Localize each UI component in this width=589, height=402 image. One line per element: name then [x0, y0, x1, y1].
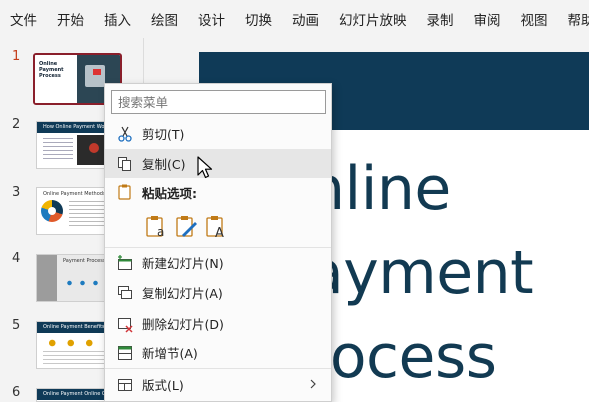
layout-menu-item[interactable]: 版式(L): [105, 370, 331, 399]
tab-slideshow[interactable]: 幻灯片放映: [339, 9, 407, 29]
clipboard-icon: [118, 184, 131, 200]
new-slide-icon: [118, 255, 132, 270]
thumb-header-text: Online Payment Methods: [43, 191, 106, 197]
tab-draw[interactable]: 绘图: [151, 9, 178, 29]
cut-menu-item[interactable]: 剪切(T): [105, 119, 331, 148]
copy-label: 复制(C): [142, 157, 186, 172]
slide-number-5: 5: [12, 318, 21, 333]
thumb-text-panel: Online Payment Process: [35, 55, 77, 103]
mouse-pointer-icon: [197, 156, 213, 179]
paste-use-destination-theme-icon[interactable]: a: [143, 214, 169, 240]
thumb-header-text: Online Payment Online Cost: [43, 391, 114, 397]
paste-keep-text-only-icon[interactable]: A: [203, 214, 229, 240]
ribbon-menu-bar: 文件 开始 插入 绘图 设计 切换 动画 幻灯片放映 录制 审阅 视图 帮助: [0, 0, 589, 38]
thumb-photo: [37, 255, 57, 301]
slide-number-6: 6: [12, 385, 21, 400]
paste-options-label: 粘贴选项:: [142, 185, 197, 201]
tab-file[interactable]: 文件: [10, 9, 37, 29]
thumb-header-text: Online Payment Benefits: [43, 324, 105, 330]
duplicate-slide-label: 复制幻灯片(A): [142, 286, 223, 301]
slide-number-3: 3: [12, 185, 21, 200]
tab-transitions[interactable]: 切换: [245, 9, 272, 29]
duplicate-slide-icon: [118, 286, 132, 299]
delete-slide-label: 删除幻灯片(D): [142, 317, 224, 332]
tab-record[interactable]: 录制: [427, 9, 454, 29]
tab-design[interactable]: 设计: [198, 9, 225, 29]
thumb-header-text: How Online Payment Works: [43, 124, 112, 130]
slide-number-4: 4: [12, 251, 21, 266]
context-menu: 剪切(T) 复制(C) 粘贴选项: a A: [104, 83, 332, 402]
menu-separator: [105, 368, 331, 369]
tab-insert[interactable]: 插入: [104, 9, 131, 29]
duplicate-slide-menu-item[interactable]: 复制幻灯片(A): [105, 278, 331, 307]
tab-view[interactable]: 视图: [521, 9, 548, 29]
new-slide-menu-item[interactable]: 新建幻灯片(N): [105, 248, 331, 277]
add-section-icon: [118, 346, 132, 360]
thumb-title-line: Process: [39, 73, 61, 79]
add-section-menu-item[interactable]: 新增节(A): [105, 338, 331, 367]
svg-text:a: a: [157, 225, 164, 239]
paste-options-header: 粘贴选项:: [105, 181, 331, 203]
slide-number-1: 1: [12, 49, 21, 64]
cut-label: 剪切(T): [142, 127, 185, 142]
thumb-donut-chart: [41, 200, 63, 222]
delete-slide-menu-item[interactable]: 删除幻灯片(D): [105, 309, 331, 338]
svg-text:A: A: [215, 226, 224, 240]
layout-icon: [118, 379, 132, 391]
add-section-label: 新增节(A): [142, 346, 198, 361]
tab-animations[interactable]: 动画: [292, 9, 319, 29]
thumb-red-accent: [93, 69, 101, 75]
scissors-icon: [118, 126, 132, 142]
chevron-right-icon: [310, 379, 316, 389]
new-slide-label: 新建幻灯片(N): [142, 256, 224, 271]
thumb-header-text: Payment Process: [63, 258, 106, 264]
thumb-text-lines: [43, 138, 73, 162]
delete-slide-icon: [118, 318, 133, 333]
thumb-title: Online Payment Process: [39, 61, 64, 79]
search-menu-input[interactable]: [111, 90, 326, 114]
slide-title[interactable]: nline ayment rocess: [307, 147, 589, 399]
copy-icon: [118, 157, 131, 171]
tab-help[interactable]: 帮助: [568, 9, 589, 29]
tab-home[interactable]: 开始: [57, 9, 84, 29]
paste-keep-source-formatting-icon[interactable]: [173, 214, 199, 240]
slide-number-2: 2: [12, 117, 21, 132]
tab-review[interactable]: 审阅: [474, 9, 501, 29]
copy-menu-item[interactable]: 复制(C): [105, 149, 331, 178]
layout-label: 版式(L): [142, 378, 184, 393]
